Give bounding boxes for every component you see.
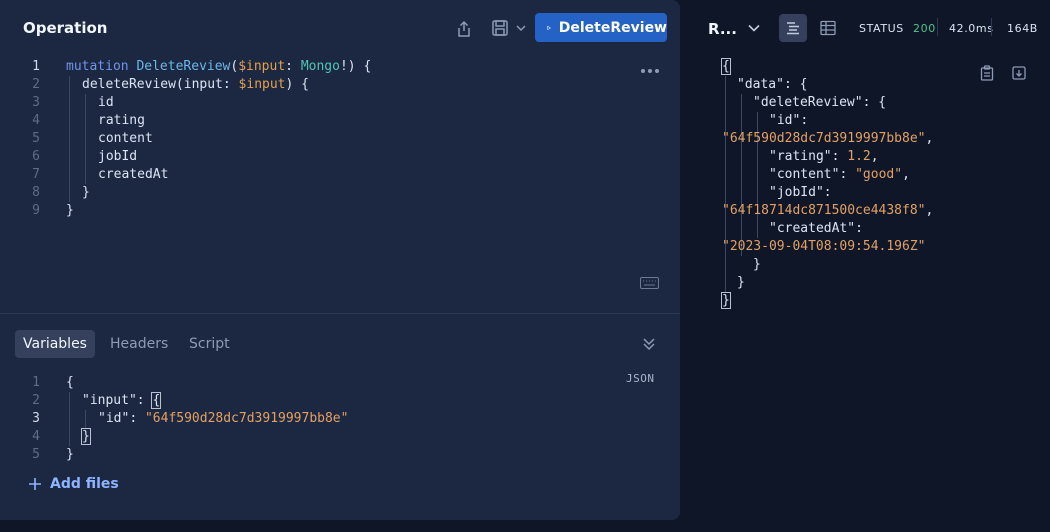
download-icon[interactable] (1011, 64, 1027, 82)
code-line: mutation DeleteReview($input: Mongo!) { (66, 59, 372, 74)
code-line: "2023-09-04T08:09:54.196Z" (722, 239, 926, 254)
response-time: 42.0ms (949, 22, 994, 35)
operation-title: Operation (23, 19, 108, 37)
response-toolbar: R... STATUS 200 42.0ms 164B (690, 0, 1050, 56)
collapse-icon[interactable] (641, 335, 657, 353)
code-line: "id": "64f590d28dc7d3919997bb8e" (98, 411, 349, 426)
plus-icon (29, 478, 41, 490)
query-editor[interactable]: 1 2 3 4 5 6 7 8 9 mutation DeleteReview(… (0, 58, 680, 308)
operation-panel: Operation DeleteReview 1 2 3 4 5 6 7 8 9… (0, 0, 680, 520)
line-number: 2 (32, 77, 40, 92)
response-size: 164B (1007, 22, 1038, 35)
code-line: } (753, 257, 761, 272)
status-label: STATUS (859, 22, 904, 35)
variables-editor[interactable]: 1 2 3 4 5 { "input": { "id": "64f590d28d… (0, 374, 680, 464)
text-view-icon[interactable] (779, 14, 807, 42)
code-line: "data": { (737, 77, 808, 92)
tab-variables[interactable]: Variables (15, 330, 95, 358)
chevron-down-icon[interactable] (514, 21, 528, 35)
code-line: } (82, 185, 90, 200)
tab-script[interactable]: Script (181, 330, 238, 358)
operation-toolbar: Operation DeleteReview (0, 0, 680, 56)
line-number: 8 (32, 185, 40, 200)
code-line: deleteReview(input: $input) { (82, 77, 309, 92)
code-line: "id": (769, 113, 809, 128)
line-number: 1 (32, 59, 40, 74)
code-line: "rating": 1.2, (769, 149, 879, 164)
line-number: 5 (32, 131, 40, 146)
code-line: rating (98, 113, 145, 128)
response-panel: R... STATUS 200 42.0ms 164B { "data": { … (690, 0, 1050, 532)
code-line: id (98, 95, 114, 110)
play-icon (547, 25, 551, 30)
line-number: 1 (32, 375, 40, 390)
code-line: { (721, 58, 731, 75)
code-line: "input": { (82, 392, 162, 409)
add-files-button[interactable]: Add files (28, 476, 119, 492)
line-number: 9 (32, 203, 40, 218)
code-line: content (98, 131, 153, 146)
line-number: 4 (32, 429, 40, 444)
panel-divider (0, 313, 680, 314)
code-line: "content": "good", (769, 167, 910, 182)
code-line: "createdAt": (769, 221, 863, 236)
code-line: jobId (98, 149, 138, 164)
response-title[interactable]: R... (708, 20, 737, 38)
line-number: 2 (32, 393, 40, 408)
line-number: 4 (32, 113, 40, 128)
tab-headers[interactable]: Headers (102, 330, 176, 358)
more-options-icon[interactable] (640, 64, 660, 78)
run-button-label: DeleteReview (558, 19, 667, 36)
share-icon[interactable] (453, 18, 475, 40)
code-line: { (66, 375, 74, 390)
code-line: "64f590d28dc7d3919997bb8e", (722, 131, 934, 146)
table-view-icon[interactable] (818, 18, 838, 38)
status-code: 200 (913, 22, 936, 35)
code-line: "64f18714dc871500ce4438f8", (722, 203, 934, 218)
code-line: } (81, 428, 91, 445)
line-number: 3 (32, 95, 40, 110)
line-number: 6 (32, 149, 40, 164)
chevron-down-icon[interactable] (746, 21, 762, 35)
code-line: createdAt (98, 167, 169, 182)
line-number: 7 (32, 167, 40, 182)
line-number: 3 (32, 411, 40, 426)
copy-icon[interactable] (979, 64, 995, 82)
code-line: } (66, 447, 74, 462)
code-line: } (721, 292, 731, 309)
run-button[interactable]: DeleteReview (535, 13, 667, 42)
add-files-label: Add files (50, 476, 119, 492)
code-line: } (66, 203, 74, 218)
code-line: } (737, 275, 745, 290)
keyboard-icon[interactable] (639, 276, 659, 290)
line-number: 5 (32, 447, 40, 462)
save-icon[interactable] (488, 17, 512, 39)
code-line: "jobId": (769, 185, 832, 200)
code-line: "deleteReview": { (753, 95, 887, 110)
